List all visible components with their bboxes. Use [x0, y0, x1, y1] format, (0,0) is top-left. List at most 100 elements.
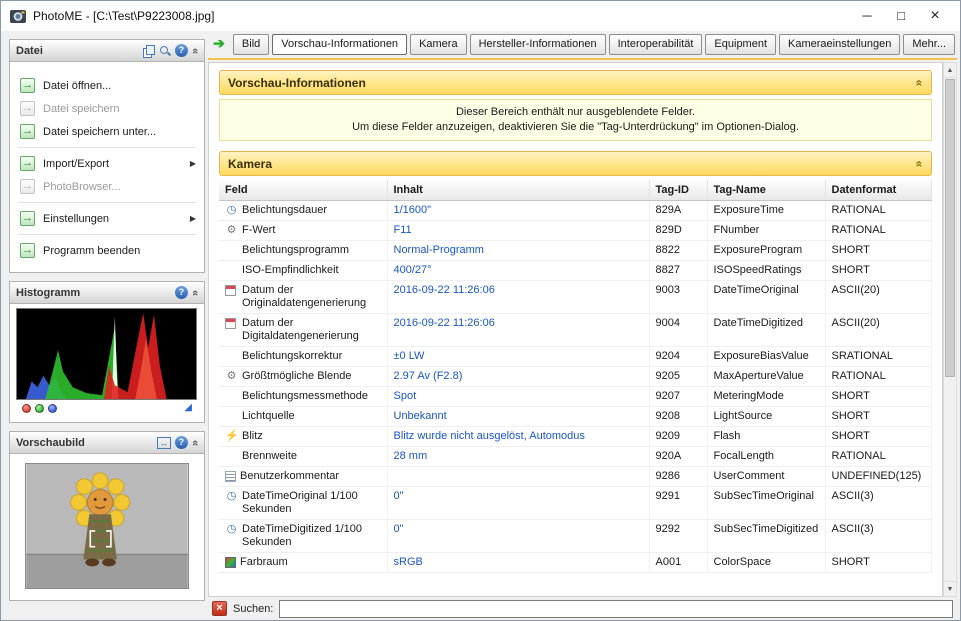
table-row[interactable]: Belichtungskorrektur ±0 LW 9204 ExposureBia… [219, 346, 932, 367]
search-input[interactable] [279, 599, 953, 618]
field-cell: Lichtquelle [219, 406, 388, 427]
preview-image[interactable] [25, 463, 189, 589]
blue-channel-toggle[interactable] [48, 403, 57, 413]
data-format-cell: SHORT [825, 552, 932, 573]
search-icon[interactable] [159, 45, 171, 57]
tag-name-cell: MeteringMode [707, 386, 826, 407]
field-cell: Größtmögliche Blende [219, 366, 388, 387]
calendar-icon [225, 285, 236, 296]
scrollbar-thumb[interactable] [945, 79, 955, 378]
tab-interoperabilitaet[interactable]: Interoperabilität [608, 33, 703, 55]
submenu-arrow-icon [190, 214, 196, 223]
tab-bild[interactable]: Bild [232, 33, 270, 55]
menu-item-label: Datei speichern unter... [43, 125, 157, 138]
tab-mehr[interactable]: Mehr... [903, 33, 955, 55]
table-row[interactable]: Datum der Originaldatengenerierung 2016-0… [219, 280, 932, 314]
fit-image-icon[interactable] [156, 436, 171, 449]
menu-item-save-as[interactable]: Datei speichern unter... [10, 120, 204, 143]
help-icon[interactable] [174, 44, 188, 57]
datei-panel-header: Datei [10, 40, 204, 62]
clock-icon [225, 523, 238, 535]
menu-item-open[interactable]: Datei öffnen... [10, 74, 204, 97]
tag-id-cell: A001 [649, 552, 708, 573]
tag-id-cell: 9208 [649, 406, 708, 427]
kamera-table-header-row: Feld Inhalt Tag-ID Tag-Name Datenformat [219, 180, 932, 201]
aperture-icon [225, 370, 238, 382]
value-cell [387, 466, 650, 487]
table-row[interactable]: Brennweite 28 mm 920A FocalLength RATIONAL [219, 446, 932, 467]
help-icon[interactable] [174, 286, 188, 299]
menu-item-settings[interactable]: Einstellungen [10, 207, 204, 230]
close-search-icon[interactable] [212, 601, 227, 616]
column-header[interactable]: Tag-Name [707, 180, 826, 201]
expand-histogram-icon[interactable] [184, 403, 192, 413]
close-button[interactable]: × [918, 3, 952, 29]
tab-hersteller-informationen[interactable]: Hersteller-Informationen [469, 33, 606, 55]
table-row[interactable]: Datum der Digitaldatengenerierung 2016-09… [219, 313, 932, 347]
value-cell: 400/27° [387, 260, 650, 281]
scroll-up-button[interactable]: ▲ [944, 63, 956, 78]
value-cell: 0" [387, 519, 650, 553]
column-header[interactable]: Datenformat [825, 180, 932, 201]
collapse-icon[interactable] [189, 439, 201, 445]
datei-panel-title: Datei [16, 44, 43, 57]
minimize-button[interactable]: ─ [850, 3, 884, 29]
table-row[interactable]: F-Wert F11829DFNumberRATIONAL [219, 220, 932, 241]
data-format-cell: SHORT [825, 426, 932, 447]
collapse-icon[interactable] [189, 47, 201, 53]
data-format-cell: SHORT [825, 406, 932, 427]
green-channel-toggle[interactable] [35, 403, 44, 413]
tab-kameraeinstellungen[interactable]: Kameraeinstellungen [779, 33, 901, 55]
no-icon [225, 244, 238, 256]
field-label: Belichtungsprogramm [242, 244, 349, 256]
green-arrow-icon [20, 179, 35, 194]
help-icon[interactable] [174, 436, 188, 449]
tag-name-cell: DateTimeDigitized [707, 313, 826, 347]
vorschau-section-header[interactable]: Vorschau-Informationen [219, 70, 932, 95]
go-arrow-icon[interactable] [210, 35, 228, 53]
table-row[interactable]: DateTimeDigitized 1/100 Sekunden 0"9292Su… [219, 519, 932, 553]
field-label: Belichtungsmessmethode [242, 390, 368, 402]
menu-item-exit[interactable]: Programm beenden [10, 239, 204, 262]
data-format-cell: RATIONAL [825, 366, 932, 387]
field-cell: Farbraum [219, 552, 388, 573]
table-row[interactable]: Belichtungsprogramm Normal-Programm 8822 Ex… [219, 240, 932, 261]
collapse-section-icon[interactable] [913, 160, 927, 167]
cube-icon [225, 557, 236, 568]
red-channel-toggle[interactable] [22, 403, 31, 413]
maximize-button[interactable]: □ [884, 3, 918, 29]
kamera-section-title: Kamera [228, 156, 273, 171]
column-header[interactable]: Inhalt [387, 180, 650, 201]
collapse-section-icon[interactable] [913, 79, 927, 86]
table-row[interactable]: DateTimeOriginal 1/100 Sekunden 0"9291Sub… [219, 486, 932, 520]
tag-id-cell: 829D [649, 220, 708, 241]
field-label: Blitz [242, 430, 263, 442]
table-row[interactable]: Benutzerkommentar 9286 UserComment UNDEFINE… [219, 466, 932, 487]
field-cell: Belichtungskorrektur [219, 346, 388, 367]
table-row[interactable]: Farbraum sRGB A001 ColorSpace SHORT [219, 552, 932, 573]
field-label: Farbraum [240, 556, 288, 568]
table-row[interactable]: ISO-Empfindlichkeit 400/27° 8827 ISOSpeedRa… [219, 260, 932, 281]
table-row[interactable]: Belichtungsmessmethode Spot 9207 MeteringMo… [219, 386, 932, 407]
scroll-down-button[interactable]: ▼ [944, 581, 956, 596]
menu-item-import-export[interactable]: Import/Export [10, 152, 204, 175]
kamera-section-header[interactable]: Kamera [219, 151, 932, 176]
copy-icon[interactable] [142, 44, 155, 58]
menu-separator [18, 234, 196, 235]
flash-icon [225, 430, 238, 442]
table-row[interactable]: Belichtungsdauer 1/1600"829AExposureTimeR… [219, 200, 932, 221]
vertical-scrollbar[interactable]: ▲ ▼ [943, 62, 957, 597]
table-row[interactable]: Lichtquelle Unbekannt 9208 LightSource SHORT [219, 406, 932, 427]
collapse-icon[interactable] [189, 289, 201, 295]
column-header[interactable]: Tag-ID [649, 180, 708, 201]
tab-kamera[interactable]: Kamera [410, 33, 467, 55]
table-row[interactable]: Größtmögliche Blende 2.97 Av (F2.8)9205Ma… [219, 366, 932, 387]
field-cell: Blitz [219, 426, 388, 447]
table-row[interactable]: Blitz Blitz wurde nicht ausgelöst, Automo… [219, 426, 932, 447]
search-label: Suchen: [233, 602, 274, 615]
tab-vorschau-informationen[interactable]: Vorschau-Informationen [272, 33, 408, 55]
no-icon [225, 390, 238, 402]
submenu-arrow-icon [190, 159, 196, 168]
column-header[interactable]: Feld [219, 180, 388, 201]
tab-equipment[interactable]: Equipment [705, 33, 777, 55]
